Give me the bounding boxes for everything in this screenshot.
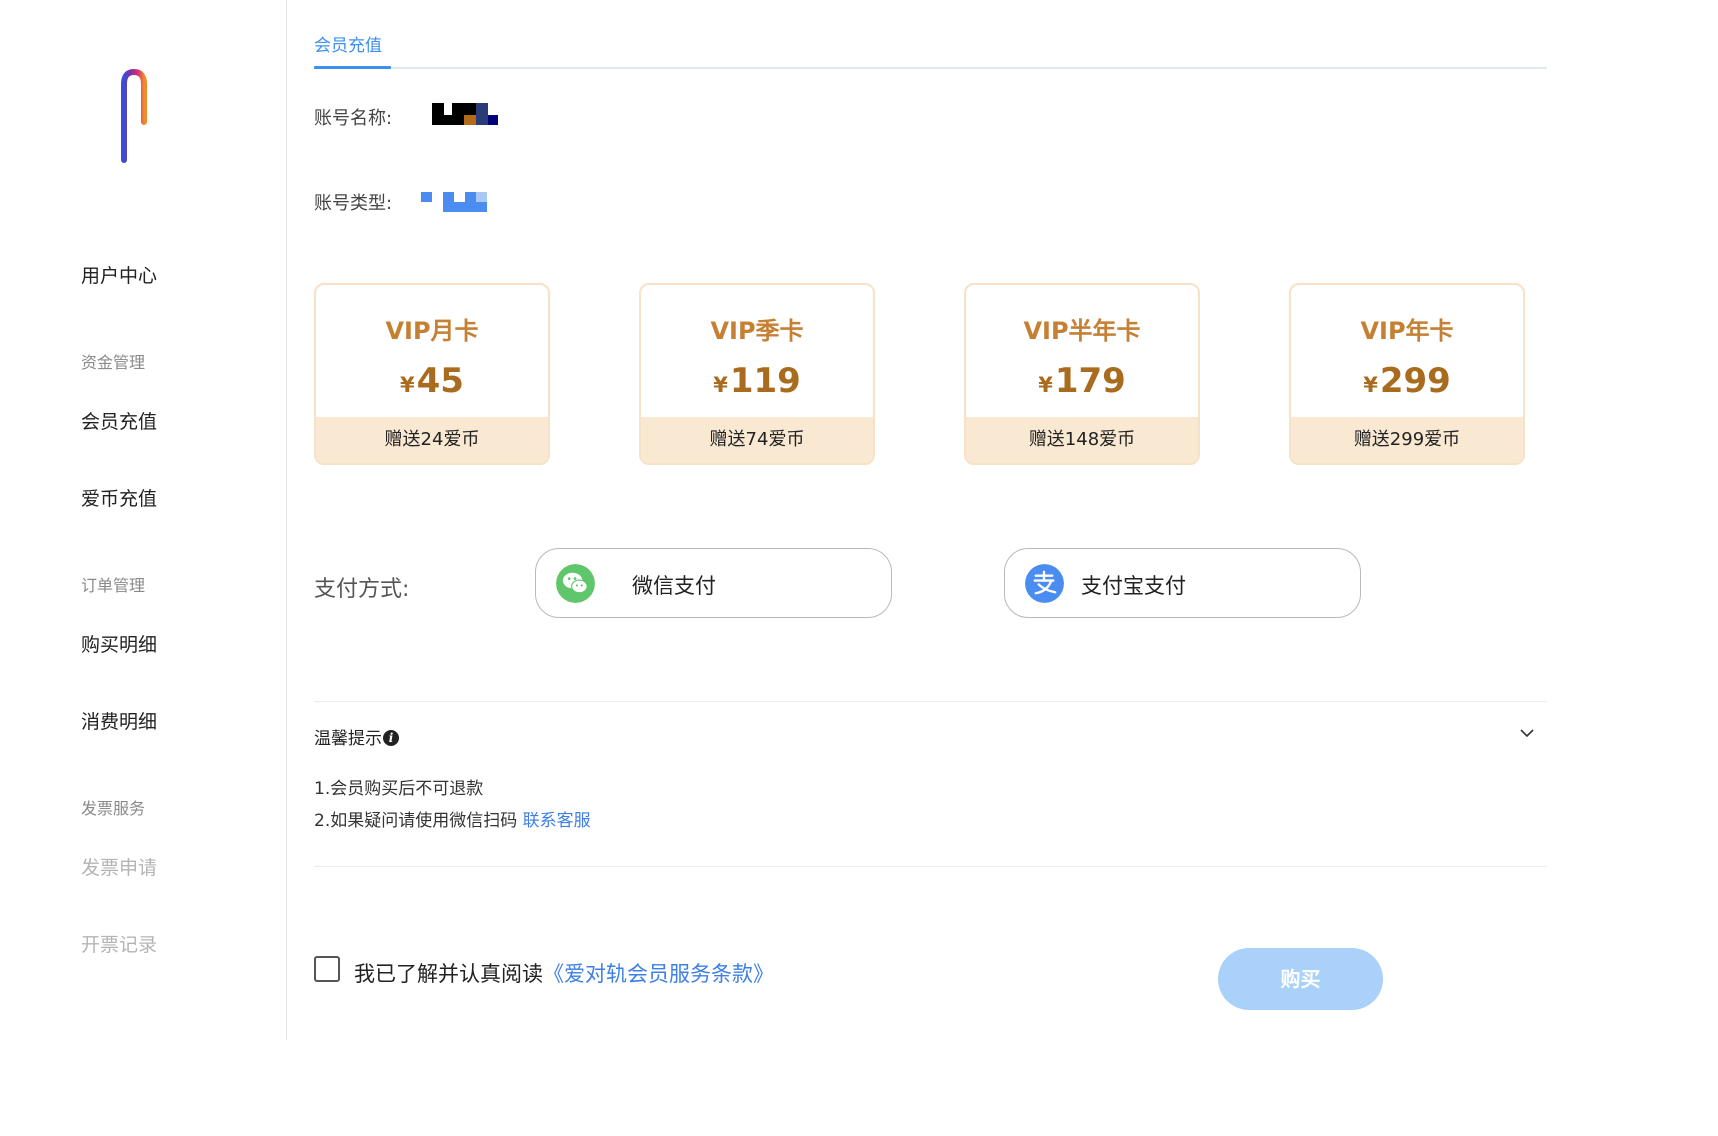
plan-card-quarterly[interactable]: VIP季卡 ¥119 赠送74爱币 [639, 283, 875, 465]
sidebar-group-invoice: 发票服务 [81, 799, 146, 818]
price-amount: 45 [416, 361, 464, 401]
sidebar-item-vip-recharge[interactable]: 会员充值 [81, 407, 157, 434]
plan-price: ¥299 [1291, 361, 1523, 401]
sidebar-item-coin-recharge[interactable]: 爱币充值 [81, 484, 157, 511]
wechat-pay-icon [556, 564, 595, 603]
price-amount: 179 [1054, 361, 1126, 401]
plan-price: ¥119 [641, 361, 873, 401]
alipay-icon [1025, 564, 1064, 603]
tips-title: 温馨提示 i [314, 724, 399, 749]
currency-symbol: ¥ [400, 373, 415, 397]
wechat-pay-label: 微信支付 [632, 574, 716, 598]
brand-logo [85, 54, 185, 170]
agreement-label: 我已了解并认真阅读 [354, 962, 543, 986]
account-type-label: 账号类型: [314, 193, 393, 214]
price-amount: 119 [729, 361, 801, 401]
alipay-label: 支付宝支付 [1081, 574, 1186, 598]
plan-card-yearly[interactable]: VIP年卡 ¥299 赠送299爱币 [1289, 283, 1525, 465]
plan-card-half-year[interactable]: VIP半年卡 ¥179 赠送148爱币 [964, 283, 1200, 465]
plan-card-monthly[interactable]: VIP月卡 ¥45 赠送24爱币 [314, 283, 550, 465]
divider [314, 701, 1547, 702]
buy-button[interactable]: 购买 [1218, 948, 1383, 1010]
divider [314, 866, 1547, 867]
alipay-button[interactable]: 支付宝支付 [1004, 548, 1361, 618]
currency-symbol: ¥ [713, 373, 728, 397]
account-name-label: 账号名称: [314, 108, 393, 129]
account-name-redacted [432, 103, 498, 125]
plan-name: VIP年卡 [1360, 317, 1454, 345]
tip-line-2-text: 2.如果疑问请使用微信扫码 [314, 811, 518, 831]
sidebar-group-orders: 订单管理 [81, 576, 146, 595]
sidebar: 用户中心 资金管理 会员充值 爱币充值 订单管理 购买明细 消费明细 发票服务 … [0, 0, 286, 1136]
sidebar-item-invoice-records[interactable]: 开票记录 [81, 930, 157, 957]
terms-link[interactable]: 《爱对轨会员服务条款》 [543, 962, 774, 986]
tab-vip-recharge[interactable]: 会员充值 [314, 31, 382, 56]
plan-name: VIP季卡 [710, 317, 804, 345]
plan-name: VIP半年卡 [1023, 317, 1141, 345]
plan-bonus: 赠送299爱币 [1291, 417, 1523, 463]
currency-symbol: ¥ [1363, 373, 1378, 397]
agreement-checkbox[interactable] [314, 956, 340, 982]
chevron-down-icon[interactable] [1517, 726, 1537, 740]
wechat-pay-button[interactable]: 微信支付 [535, 548, 892, 618]
plan-bonus: 赠送148爱币 [966, 417, 1198, 463]
tab-bar-line [314, 67, 1547, 69]
plan-name: VIP月卡 [385, 317, 479, 345]
sidebar-item-invoice-apply[interactable]: 发票申请 [81, 853, 157, 880]
sidebar-item-purchase-details[interactable]: 购买明细 [81, 630, 157, 657]
tip-line-2: 2.如果疑问请使用微信扫码 联系客服 [314, 806, 591, 831]
info-icon: i [383, 730, 399, 746]
plan-price: ¥45 [316, 361, 548, 401]
sidebar-item-consumption-details[interactable]: 消费明细 [81, 707, 157, 734]
payment-method-label: 支付方式: [314, 577, 410, 602]
tips-title-text: 温馨提示 [314, 729, 382, 749]
price-amount: 299 [1379, 361, 1451, 401]
active-tab-indicator [314, 66, 391, 69]
agreement-text: 我已了解并认真阅读《爱对轨会员服务条款》 [354, 958, 774, 988]
main-content: 会员充值 账号名称: 账号类型: VIP月卡 ¥45 赠送24爱币 VIP季卡 … [314, 0, 1547, 1136]
sidebar-item-user-center[interactable]: 用户中心 [81, 261, 157, 288]
sidebar-divider [286, 0, 287, 1040]
contact-support-link[interactable]: 联系客服 [523, 811, 591, 831]
sidebar-group-finance: 资金管理 [81, 353, 146, 372]
tip-line-1: 1.会员购买后不可退款 [314, 779, 484, 799]
currency-symbol: ¥ [1038, 373, 1053, 397]
plan-bonus: 赠送24爱币 [316, 417, 548, 463]
plan-bonus: 赠送74爱币 [641, 417, 873, 463]
account-type-redacted [421, 192, 487, 212]
plan-price: ¥179 [966, 361, 1198, 401]
